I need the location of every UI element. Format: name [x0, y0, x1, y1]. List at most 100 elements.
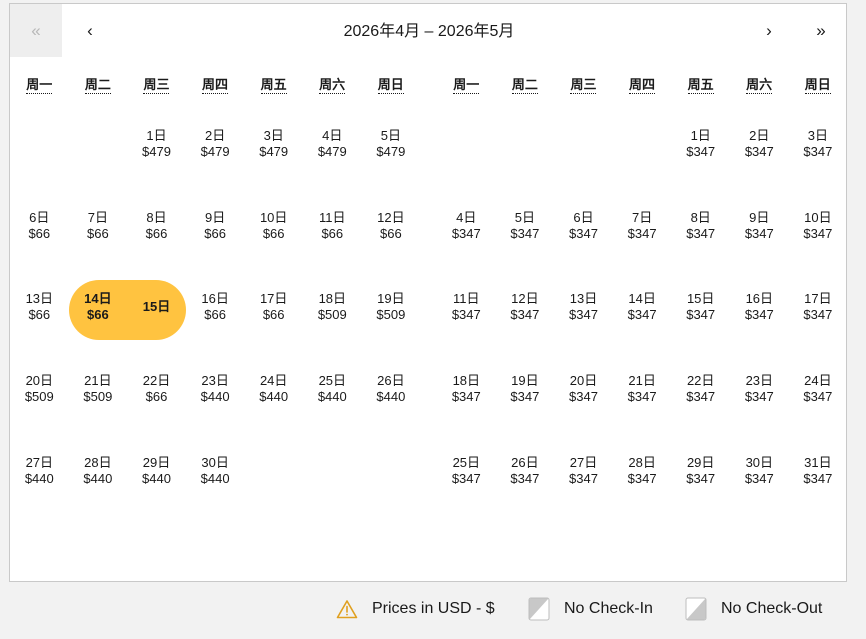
calendar-day[interactable]: 26日 $347 [496, 455, 555, 515]
calendar-day[interactable]: 18日 $347 [437, 373, 496, 433]
calendar-day[interactable]: 28日 $347 [613, 455, 672, 515]
calendar-day[interactable]: 14日 $66 [69, 291, 128, 351]
calendar-day[interactable]: 8日 $66 [127, 210, 186, 270]
calendar-day[interactable]: 28日 $440 [69, 455, 128, 515]
day-number: 4日 [456, 209, 477, 225]
legend-no-check-in: No Check-In [528, 589, 653, 629]
day-number: 2日 [204, 128, 226, 143]
day-number: 17日 [259, 291, 288, 307]
day-number: 18日 [452, 373, 481, 389]
calendar-day[interactable]: 15日 [127, 299, 186, 359]
calendar-day[interactable]: 13日 $347 [554, 291, 613, 351]
calendar-day[interactable]: 19日 $347 [496, 373, 555, 433]
day-number: 30日 [201, 454, 229, 470]
next-year-button[interactable]: » [795, 4, 847, 57]
calendar-day[interactable]: 7日 $66 [69, 210, 128, 270]
calendar-day[interactable]: 1日 $347 [671, 128, 730, 188]
day-price: $347 [510, 225, 540, 241]
calendar-day[interactable]: 8日 $347 [671, 210, 730, 270]
prev-month-button[interactable]: ‹ [64, 4, 116, 57]
calendar-day[interactable]: 9日 $347 [730, 210, 789, 270]
calendar-day[interactable]: 29日 $440 [127, 455, 186, 515]
day-price: $440 [200, 470, 230, 486]
calendar-day[interactable]: 23日 $347 [730, 373, 789, 433]
calendar-day[interactable]: 21日 $347 [613, 373, 672, 433]
calendar-day[interactable]: 12日 $66 [362, 210, 421, 270]
calendar-day[interactable]: 24日 $347 [789, 373, 848, 433]
calendar-day[interactable]: 11日 $66 [303, 210, 362, 270]
calendar-day[interactable]: 13日 $66 [10, 291, 69, 351]
day-number: 21日 [628, 373, 656, 389]
calendar-day[interactable]: 24日 $440 [244, 373, 303, 433]
day-number: 13日 [569, 291, 598, 307]
calendar-day[interactable]: 4日 $347 [437, 210, 496, 270]
weekday-label: 周三 [554, 74, 613, 104]
day-number: 12日 [377, 209, 405, 225]
calendar-day[interactable]: 3日 $347 [789, 128, 848, 188]
calendar-day[interactable]: 22日 $66 [127, 373, 186, 433]
calendar-day[interactable]: 14日 $347 [613, 291, 672, 351]
calendar-day[interactable]: 22日 $347 [671, 373, 730, 433]
calendar-day[interactable]: 25日 $347 [437, 455, 496, 515]
day-number: 28日 [84, 454, 112, 470]
day-price: $440 [317, 389, 347, 405]
calendar-day[interactable]: 9日 $66 [186, 210, 245, 270]
calendar-day[interactable]: 31日 $347 [789, 455, 848, 515]
day-price: $440 [200, 389, 230, 405]
day-number: 12日 [511, 291, 539, 307]
calendar-day[interactable]: 5日 $479 [362, 128, 421, 188]
calendar-day[interactable]: 6日 $347 [554, 210, 613, 270]
calendar-day[interactable]: 25日 $440 [303, 373, 362, 433]
day-number: 14日 [628, 291, 656, 307]
calendar-day[interactable]: 17日 $66 [244, 291, 303, 351]
next-month-button[interactable]: › [743, 4, 795, 57]
day-price: $440 [376, 389, 406, 405]
calendar-day[interactable]: 29日 $347 [671, 455, 730, 515]
calendar-day[interactable]: 10日 $66 [244, 210, 303, 270]
calendar-day[interactable]: 17日 $347 [789, 291, 848, 351]
calendar-day[interactable]: 2日 $347 [730, 128, 789, 188]
calendar-day[interactable]: 10日 $347 [789, 210, 848, 270]
calendar-day[interactable]: 16日 $347 [730, 291, 789, 351]
calendar-day[interactable]: 30日 $347 [730, 455, 789, 515]
calendar-day[interactable]: 2日 $479 [186, 128, 245, 188]
calendar-day[interactable]: 5日 $347 [496, 210, 555, 270]
day-price: $347 [744, 225, 774, 241]
calendar-day[interactable]: 20日 $509 [10, 373, 69, 433]
day-price: $347 [451, 225, 481, 241]
calendar-day[interactable]: 16日 $66 [186, 291, 245, 351]
weekday-header: 周一 周二 周三 周四 周五 周六 周日 [437, 74, 847, 104]
calendar-day[interactable]: 4日 $479 [303, 128, 362, 188]
day-price: $347 [803, 225, 833, 241]
calendar-day[interactable]: 3日 $479 [244, 128, 303, 188]
day-price: $440 [83, 470, 113, 486]
calendar-day[interactable]: 27日 $440 [10, 455, 69, 515]
calendar-day[interactable]: 27日 $347 [554, 455, 613, 515]
calendar-day[interactable]: 30日 $440 [186, 455, 245, 515]
prev-year-button[interactable]: « [10, 4, 62, 57]
calendar-day[interactable]: 21日 $509 [69, 373, 128, 433]
day-number: 10日 [259, 209, 288, 225]
calendar-day[interactable]: 1日 $479 [127, 128, 186, 188]
calendar-range-title: 2026年4月 – 2026年5月 [343, 23, 515, 40]
no-check-out-icon [685, 597, 707, 621]
calendar-day[interactable]: 15日 $347 [671, 291, 730, 351]
day-price: $479 [376, 144, 406, 159]
calendar-day[interactable]: 18日 $509 [303, 291, 362, 351]
day-price: $347 [686, 307, 716, 323]
day-number: 1日 [690, 128, 711, 143]
day-price: $479 [317, 144, 347, 159]
calendar-day[interactable]: 19日 $509 [362, 291, 421, 351]
calendar-day[interactable]: 23日 $440 [186, 373, 245, 433]
calendar-day[interactable]: 12日 $347 [496, 291, 555, 351]
legend-prices: Prices in USD - $ [336, 589, 495, 629]
calendar-day[interactable]: 11日 $347 [437, 291, 496, 351]
calendar-day[interactable]: 26日 $440 [362, 373, 421, 433]
month-may-2026: 周一 周二 周三 周四 周五 周六 周日 1日 $347 2日 $347 3日 $347 4日 $347 5… [437, 74, 847, 524]
calendar-day[interactable]: 7日 $347 [613, 210, 672, 270]
day-price: $347 [569, 307, 598, 323]
day-number: 20日 [25, 373, 54, 389]
calendar-day[interactable]: 6日 $66 [10, 210, 69, 270]
day-price: $347 [744, 389, 774, 405]
calendar-day[interactable]: 20日 $347 [554, 373, 613, 433]
